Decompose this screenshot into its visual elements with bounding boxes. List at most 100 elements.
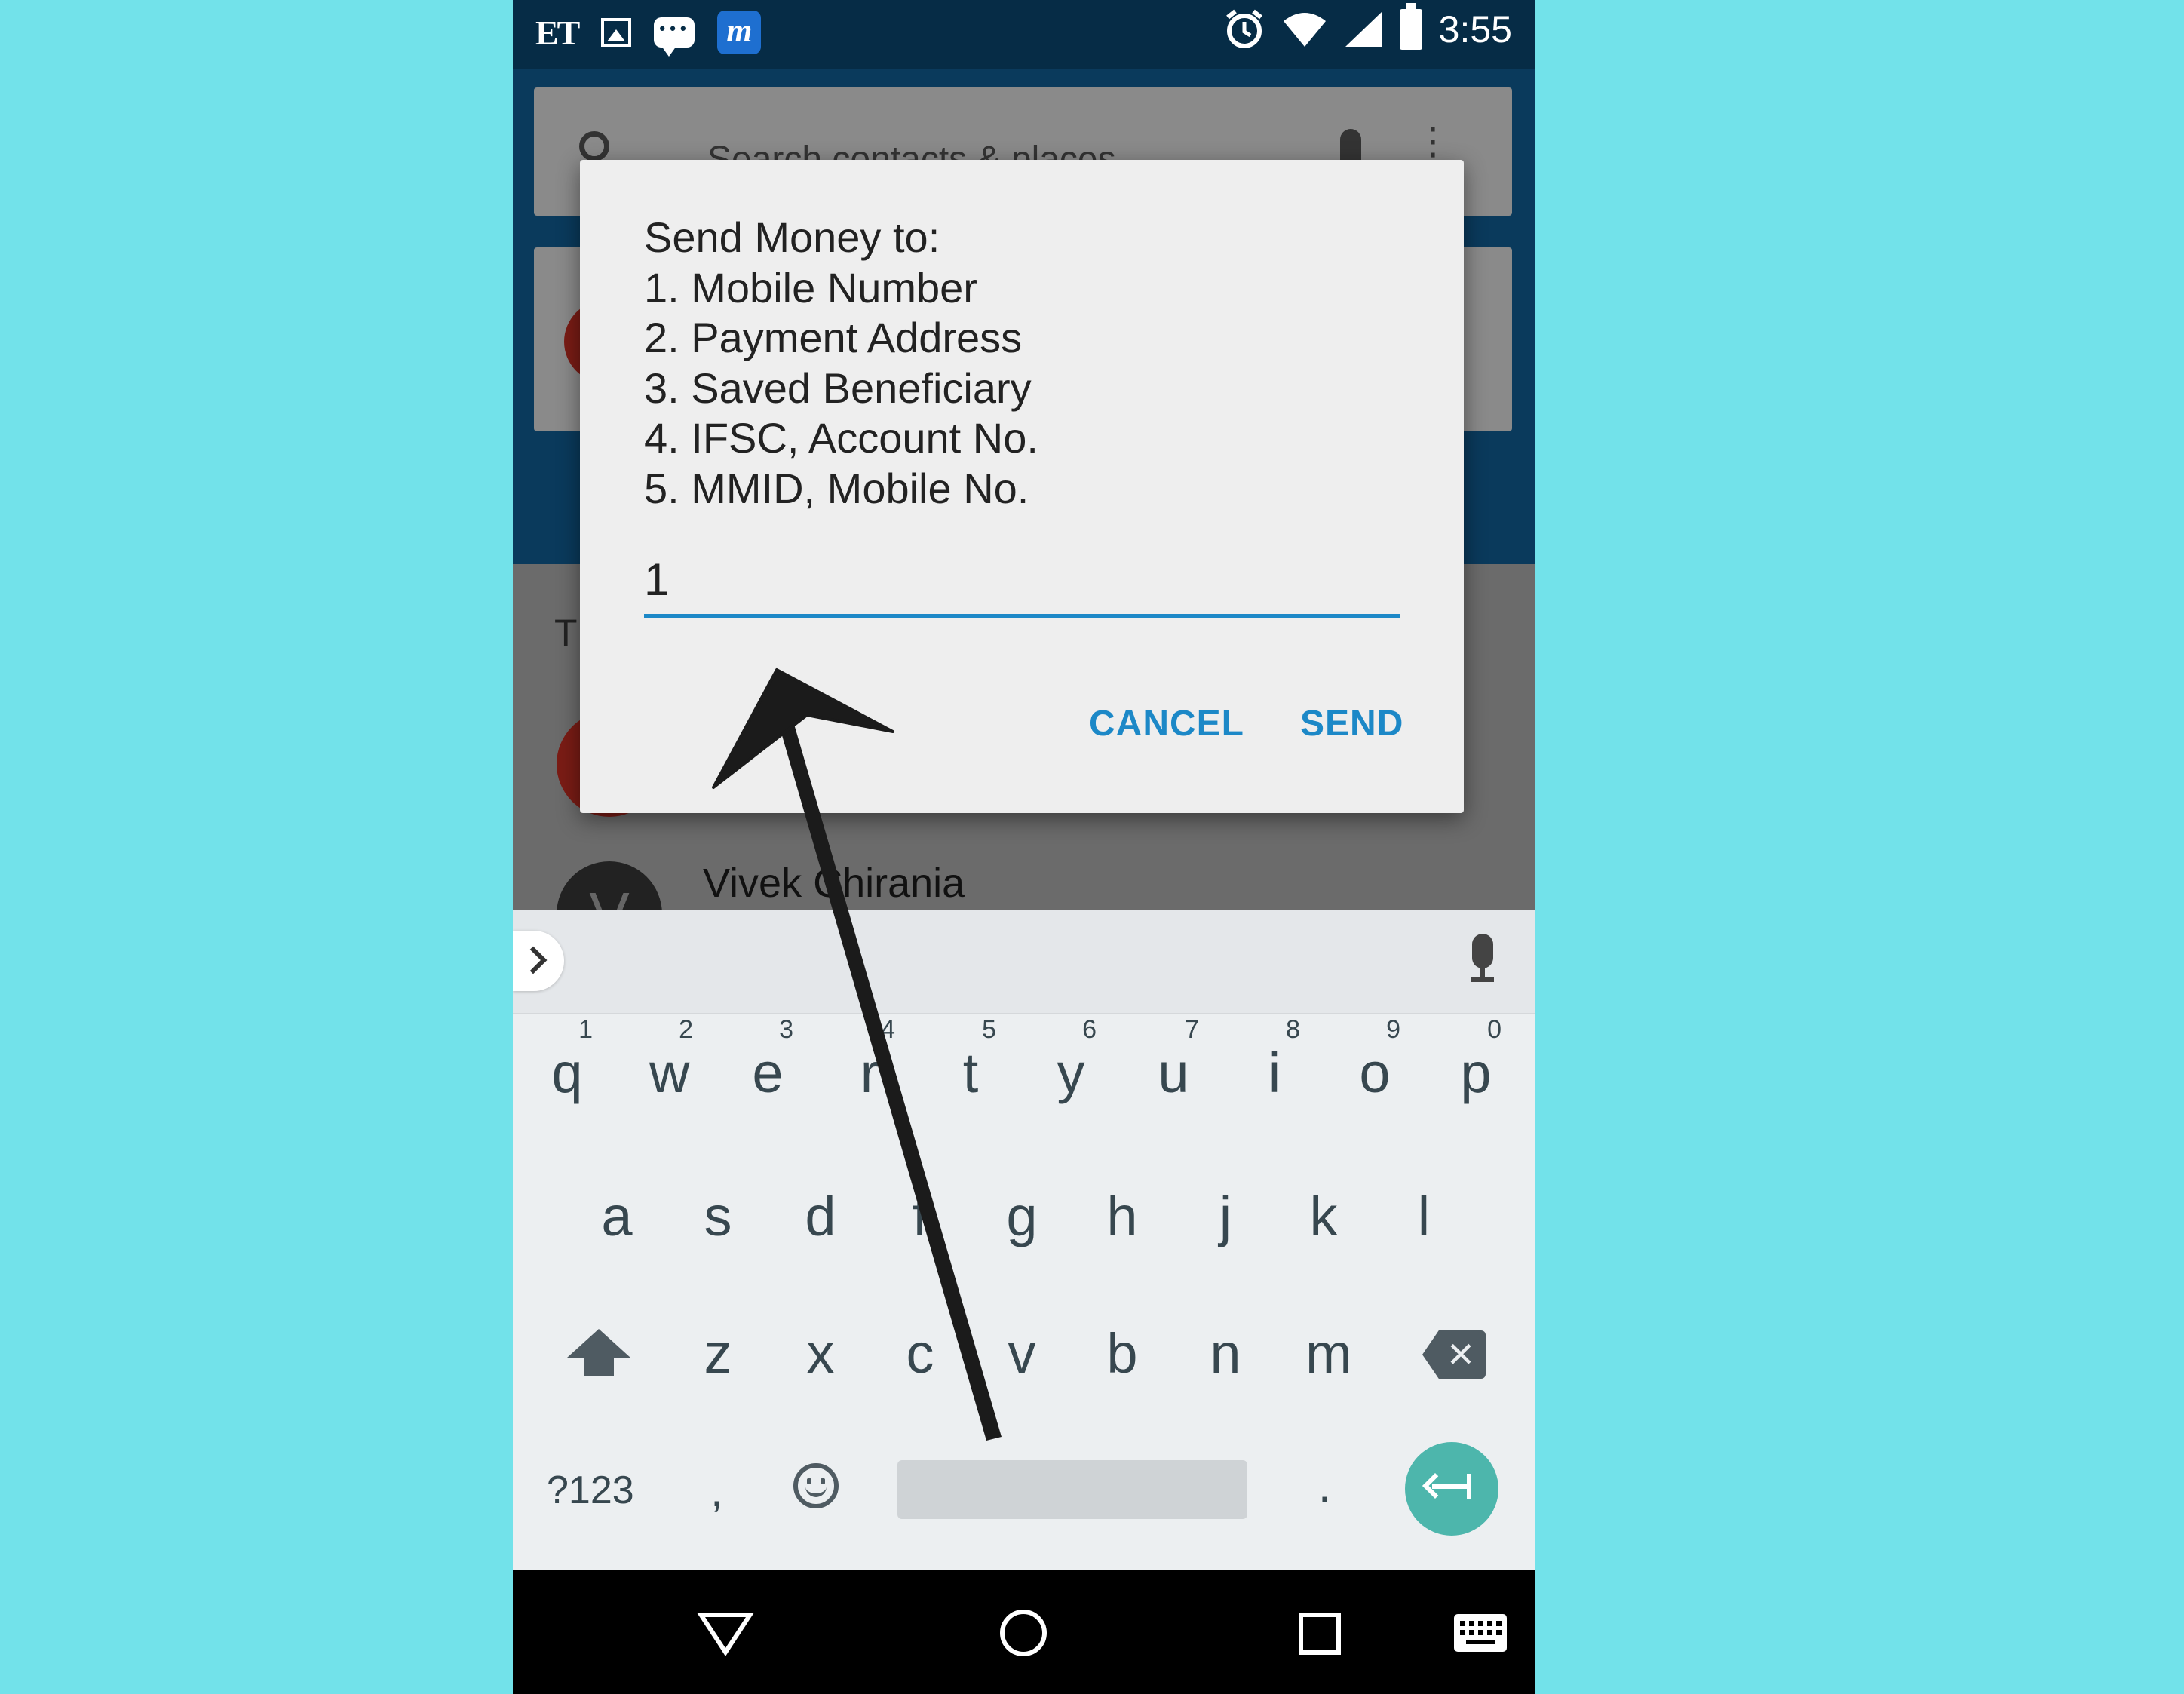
list-heading: T (554, 612, 578, 654)
space-bar[interactable] (897, 1460, 1247, 1519)
suggestion-strip (513, 910, 1535, 1014)
phone-screen: ET m 3:55 Search contacts & places (513, 0, 1535, 1694)
key-c[interactable]: c (902, 1326, 938, 1382)
key-label: b (1106, 1322, 1138, 1385)
battery-icon (1399, 3, 1422, 50)
key-label: q (551, 1042, 583, 1104)
key-label: a (601, 1185, 633, 1247)
key-label: e (752, 1042, 784, 1104)
key-v[interactable]: v (1004, 1326, 1040, 1382)
key-b[interactable]: b (1104, 1326, 1140, 1382)
key-r[interactable]: r4 (851, 1015, 895, 1104)
key-label: f (912, 1185, 928, 1247)
status-bar: ET m 3:55 (513, 0, 1535, 69)
key-t[interactable]: t5 (952, 1015, 996, 1104)
key-label: g (1006, 1185, 1038, 1247)
key-label: j (1219, 1185, 1232, 1247)
key-number-hint: 5 (982, 1015, 996, 1044)
dialog-message-line: 2. Payment Address (644, 314, 1023, 361)
recents-icon[interactable] (1299, 1613, 1341, 1655)
key-s[interactable]: s (700, 1189, 736, 1244)
key-g[interactable]: g (1004, 1189, 1040, 1244)
key-z[interactable]: z (700, 1326, 736, 1382)
chat-icon (654, 17, 695, 57)
send-button[interactable]: SEND (1300, 703, 1403, 744)
key-label: i (1268, 1042, 1281, 1104)
key-number-hint: 1 (578, 1015, 593, 1044)
key-number-hint: 3 (779, 1015, 793, 1044)
key-i[interactable]: i8 (1256, 1015, 1300, 1104)
key-p[interactable]: p0 (1458, 1015, 1502, 1104)
key-label: n (1210, 1322, 1241, 1385)
key-label: h (1106, 1185, 1138, 1247)
key-label: v (1008, 1322, 1036, 1385)
key-number-hint: 0 (1487, 1015, 1502, 1044)
send-money-dialog: Send Money to: 1. Mobile Number 2. Payme… (580, 160, 1464, 813)
key-a[interactable]: a (599, 1189, 635, 1244)
microphone-icon[interactable] (1471, 934, 1494, 982)
option-input[interactable] (644, 545, 1400, 614)
key-label: s (704, 1185, 732, 1247)
key-label: c (906, 1322, 934, 1385)
key-label: t (962, 1042, 979, 1104)
key-o[interactable]: o9 (1357, 1015, 1400, 1104)
key-label: k (1309, 1185, 1338, 1247)
dialog-message-line: 3. Saved Beneficiary (644, 364, 1032, 412)
key-d[interactable]: d (802, 1189, 839, 1244)
key-l[interactable]: l (1406, 1189, 1442, 1244)
key-w[interactable]: w2 (649, 1015, 693, 1104)
key-label: y (1057, 1042, 1085, 1104)
key-label: z (704, 1322, 732, 1385)
key-number-hint: 6 (1082, 1015, 1097, 1044)
key-f[interactable]: f (902, 1189, 938, 1244)
key-k[interactable]: k (1305, 1189, 1342, 1244)
wifi-icon (1283, 13, 1326, 47)
key-x[interactable]: x (802, 1326, 839, 1382)
contact-name[interactable]: Vivek Chirania (703, 860, 965, 907)
cancel-button[interactable]: CANCEL (1089, 703, 1244, 744)
keyboard-switch-icon[interactable] (1454, 1614, 1507, 1652)
key-j[interactable]: j (1207, 1189, 1244, 1244)
key-number-hint: 7 (1185, 1015, 1199, 1044)
key-label: m (1305, 1322, 1352, 1385)
key-number-hint: 9 (1386, 1015, 1400, 1044)
key-number-hint: 8 (1286, 1015, 1300, 1044)
home-icon[interactable] (1000, 1610, 1047, 1656)
key-n[interactable]: n (1207, 1326, 1244, 1382)
key-m[interactable]: m (1305, 1326, 1352, 1382)
signal-icon (1345, 12, 1382, 47)
key-e[interactable]: e3 (750, 1015, 793, 1104)
symbols-key[interactable]: ?123 (547, 1468, 634, 1513)
key-h[interactable]: h (1104, 1189, 1140, 1244)
key-label: o (1359, 1042, 1391, 1104)
option-input-field[interactable] (644, 545, 1400, 618)
et-app-icon: ET (535, 13, 580, 52)
navigation-bar (513, 1570, 1535, 1694)
alarm-icon (1225, 9, 1262, 48)
shift-key-icon[interactable] (566, 1329, 633, 1397)
comma-key[interactable]: , (710, 1465, 723, 1517)
key-label: w (649, 1042, 690, 1104)
search-icon (579, 131, 609, 161)
backspace-key-icon[interactable]: ✕ (1422, 1330, 1486, 1379)
back-icon[interactable] (697, 1613, 754, 1656)
key-label: p (1460, 1042, 1492, 1104)
key-label: r (860, 1042, 879, 1104)
key-label: l (1417, 1185, 1431, 1247)
emoji-key-icon[interactable] (793, 1463, 839, 1508)
key-y[interactable]: y6 (1053, 1015, 1097, 1104)
key-u[interactable]: u7 (1155, 1015, 1199, 1104)
key-q[interactable]: q1 (549, 1015, 593, 1104)
m-app-icon: m (717, 11, 762, 54)
period-key[interactable]: . (1318, 1460, 1331, 1512)
overflow-menu-icon[interactable]: ⋮ (1414, 122, 1452, 160)
image-icon (601, 18, 632, 47)
soft-keyboard: q1w2e3r4t5y6u7i8o9p0 asdfghjkl zxcvbnm ✕… (513, 910, 1535, 1570)
key-label: u (1158, 1042, 1189, 1104)
key-label: d (805, 1185, 836, 1247)
chevron-right-icon[interactable] (513, 931, 564, 991)
enter-key-icon[interactable] (1405, 1442, 1498, 1536)
dialog-message-line: 1. Mobile Number (644, 263, 977, 311)
dialog-message-line: 5. MMID, Mobile No. (644, 464, 1029, 512)
key-number-hint: 2 (679, 1015, 693, 1044)
